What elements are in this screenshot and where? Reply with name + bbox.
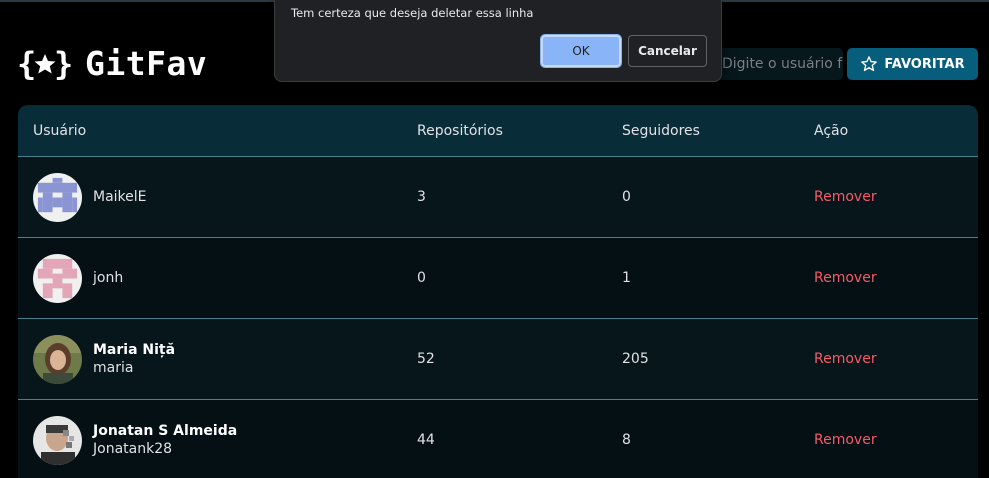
user-name: Jonatan S Almeida <box>93 423 238 439</box>
user-login: maria <box>93 360 134 376</box>
user-cell: Jonatan S Almeida Jonatank28 <box>18 415 417 465</box>
app-logo: { } GitFav <box>17 44 207 83</box>
followers-count: 1 <box>622 270 631 286</box>
user-login: Jonatank28 <box>93 441 173 457</box>
followers-count: 0 <box>622 189 631 205</box>
repos-count: 3 <box>417 189 426 205</box>
table-row: MaikelE 3 0 Remover <box>18 156 978 237</box>
user-names: jonh <box>93 270 123 286</box>
user-names: Maria Niță maria <box>93 342 175 376</box>
table-row: jonh 0 1 Remover <box>18 237 978 318</box>
search-input[interactable] <box>722 48 843 80</box>
svg-text:}: } <box>54 45 73 83</box>
star-outline-icon <box>861 56 878 72</box>
avatar <box>33 253 82 303</box>
repos-count: 44 <box>417 432 435 448</box>
user-login: jonh <box>93 270 124 286</box>
header-repos: Repositórios <box>417 122 503 139</box>
remove-button[interactable]: Remover <box>814 270 877 286</box>
app-title: GitFav <box>85 44 208 83</box>
user-cell: jonh <box>18 253 417 303</box>
table-row: Jonatan S Almeida Jonatank28 44 8 Remove… <box>18 399 978 478</box>
followers-count: 205 <box>622 351 649 367</box>
confirm-dialog: Tem certeza que deseja deletar essa linh… <box>274 0 722 82</box>
avatar <box>33 334 82 384</box>
header-action: Ação <box>814 122 849 139</box>
user-login: MaikelE <box>93 189 147 205</box>
remove-button[interactable]: Remover <box>814 351 877 367</box>
avatar <box>33 415 82 465</box>
user-names: MaikelE <box>93 189 147 205</box>
remove-button[interactable]: Remover <box>814 189 877 205</box>
cancel-button[interactable]: Cancelar <box>628 35 707 67</box>
table-header: Usuário Repositórios Seguidores Ação <box>18 105 978 156</box>
star-braces-icon: { } <box>17 45 73 83</box>
header-followers: Seguidores <box>622 122 700 139</box>
user-name: Maria Niță <box>93 342 176 358</box>
user-cell: Maria Niță maria <box>18 334 417 384</box>
favorite-button[interactable]: FAVORITAR <box>847 48 978 80</box>
user-cell: MaikelE <box>18 172 417 222</box>
followers-count: 8 <box>622 432 631 448</box>
header-user: Usuário <box>33 122 87 139</box>
favorite-button-label: FAVORITAR <box>884 56 965 72</box>
ok-button[interactable]: OK <box>540 34 622 68</box>
svg-text:{: { <box>17 45 36 83</box>
repos-count: 0 <box>417 270 426 286</box>
avatar <box>33 172 82 222</box>
user-names: Jonatan S Almeida Jonatank28 <box>93 423 237 457</box>
repos-count: 52 <box>417 351 435 367</box>
dialog-message: Tem certeza que deseja deletar essa linh… <box>291 6 534 20</box>
remove-button[interactable]: Remover <box>814 432 877 448</box>
favorites-table: Usuário Repositórios Seguidores Ação Mai… <box>18 105 978 478</box>
table-row: Maria Niță maria 52 205 Remover <box>18 318 978 399</box>
